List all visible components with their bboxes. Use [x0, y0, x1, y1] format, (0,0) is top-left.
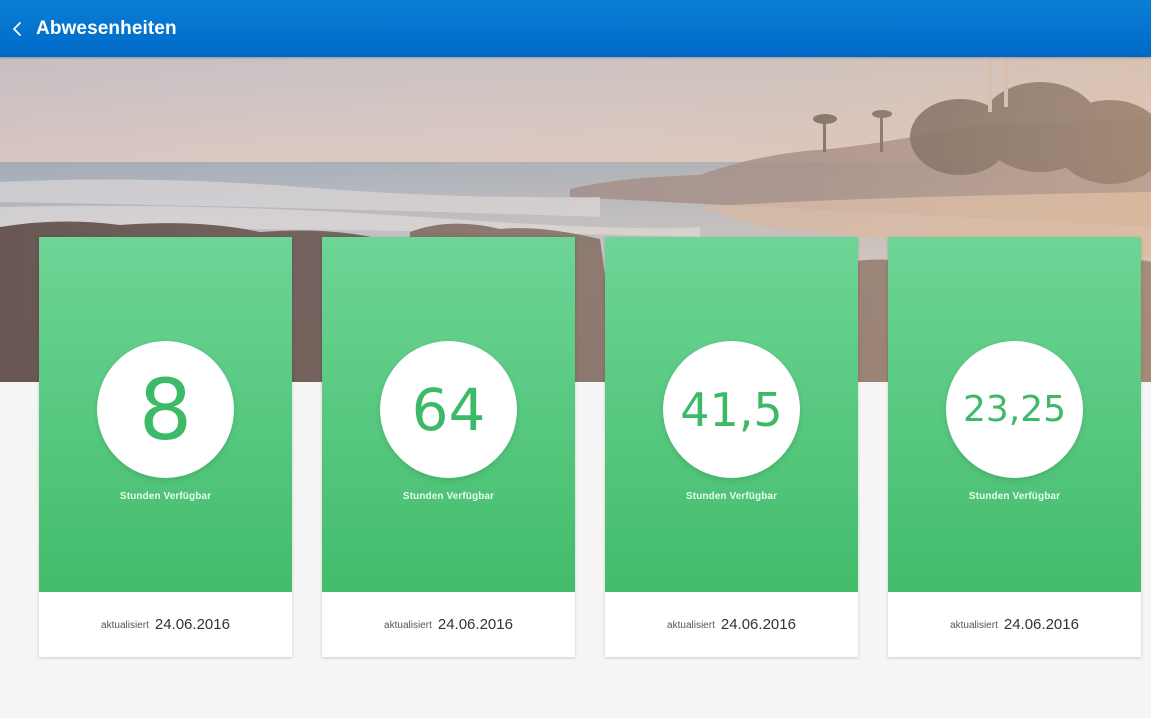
hours-caption: Stunden Verfügbar [968, 491, 1061, 502]
hours-value: 64 [411, 375, 486, 444]
card-header: 64 Stunden Verfügbar [322, 237, 575, 592]
back-button[interactable] [2, 0, 32, 57]
hours-value: 41,5 [680, 382, 783, 437]
card-footer: aktualisiert 24.06.2016 [39, 592, 292, 657]
card-footer: aktualisiert 24.06.2016 [322, 592, 575, 657]
updated-label: aktualisiert [950, 620, 998, 631]
hours-circle: 41,5 [663, 341, 800, 478]
updated-label: aktualisiert [667, 620, 715, 631]
card-footer: aktualisiert 24.06.2016 [605, 592, 858, 657]
updated-label: aktualisiert [101, 620, 149, 631]
hours-circle: 64 [380, 341, 517, 478]
hours-circle: 8 [97, 341, 234, 478]
absence-card[interactable]: 8 Stunden Verfügbar aktualisiert 24.06.2… [39, 237, 292, 657]
hours-circle: 23,25 [946, 341, 1083, 478]
absence-card[interactable]: 64 Stunden Verfügbar aktualisiert 24.06.… [322, 237, 575, 657]
updated-date: 24.06.2016 [437, 616, 513, 633]
app-root: Abwesenheiten 8 Stunden Verfügbar aktual… [0, 0, 1151, 718]
card-footer: aktualisiert 24.06.2016 [888, 592, 1141, 657]
absence-cards: 8 Stunden Verfügbar aktualisiert 24.06.2… [0, 0, 1151, 718]
absence-card[interactable]: 23,25 Stunden Verfügbar aktualisiert 24.… [888, 237, 1141, 657]
card-header: 23,25 Stunden Verfügbar [888, 237, 1141, 592]
absence-card[interactable]: 41,5 Stunden Verfügbar aktualisiert 24.0… [605, 237, 858, 657]
page-title: Abwesenheiten [36, 17, 177, 39]
card-header: 8 Stunden Verfügbar [39, 237, 292, 592]
hours-caption: Stunden Verfügbar [119, 491, 212, 502]
card-header: 41,5 Stunden Verfügbar [605, 237, 858, 592]
hours-value: 23,25 [962, 388, 1067, 430]
updated-date: 24.06.2016 [1003, 616, 1079, 633]
updated-date: 24.06.2016 [154, 616, 230, 633]
hours-caption: Stunden Verfügbar [685, 491, 778, 502]
chevron-left-icon [13, 21, 21, 36]
app-header: Abwesenheiten [0, 0, 1151, 57]
updated-label: aktualisiert [384, 620, 432, 631]
hours-caption: Stunden Verfügbar [402, 491, 495, 502]
hours-value: 8 [138, 360, 193, 459]
updated-date: 24.06.2016 [720, 616, 796, 633]
